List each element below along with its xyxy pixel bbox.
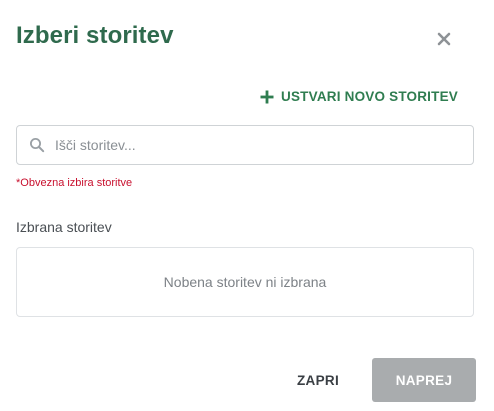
plus-icon xyxy=(260,90,274,103)
create-new-service-label: USTVARI NOVO STORITEV xyxy=(281,89,458,104)
create-new-service-button[interactable]: USTVARI NOVO STORITEV xyxy=(260,89,458,104)
service-search-field[interactable] xyxy=(16,125,474,165)
no-service-selected-text: Nobena storitev ni izbrana xyxy=(163,274,327,290)
select-service-dialog: Izberi storitev USTVARI NOVO STORITEV *O… xyxy=(0,0,494,411)
search-icon xyxy=(30,138,45,153)
close-dialog-button[interactable] xyxy=(432,27,456,51)
dialog-title: Izberi storitev xyxy=(16,22,174,49)
next-button[interactable]: NAPREJ xyxy=(372,358,476,402)
selected-service-box: Nobena storitev ni izbrana xyxy=(16,247,474,317)
close-button[interactable]: ZAPRI xyxy=(282,360,354,400)
service-search-input[interactable] xyxy=(53,136,457,154)
selected-service-label: Izbrana storitev xyxy=(16,219,112,235)
required-service-message: *Obvezna izbira storitve xyxy=(16,177,133,189)
close-icon xyxy=(437,32,451,46)
